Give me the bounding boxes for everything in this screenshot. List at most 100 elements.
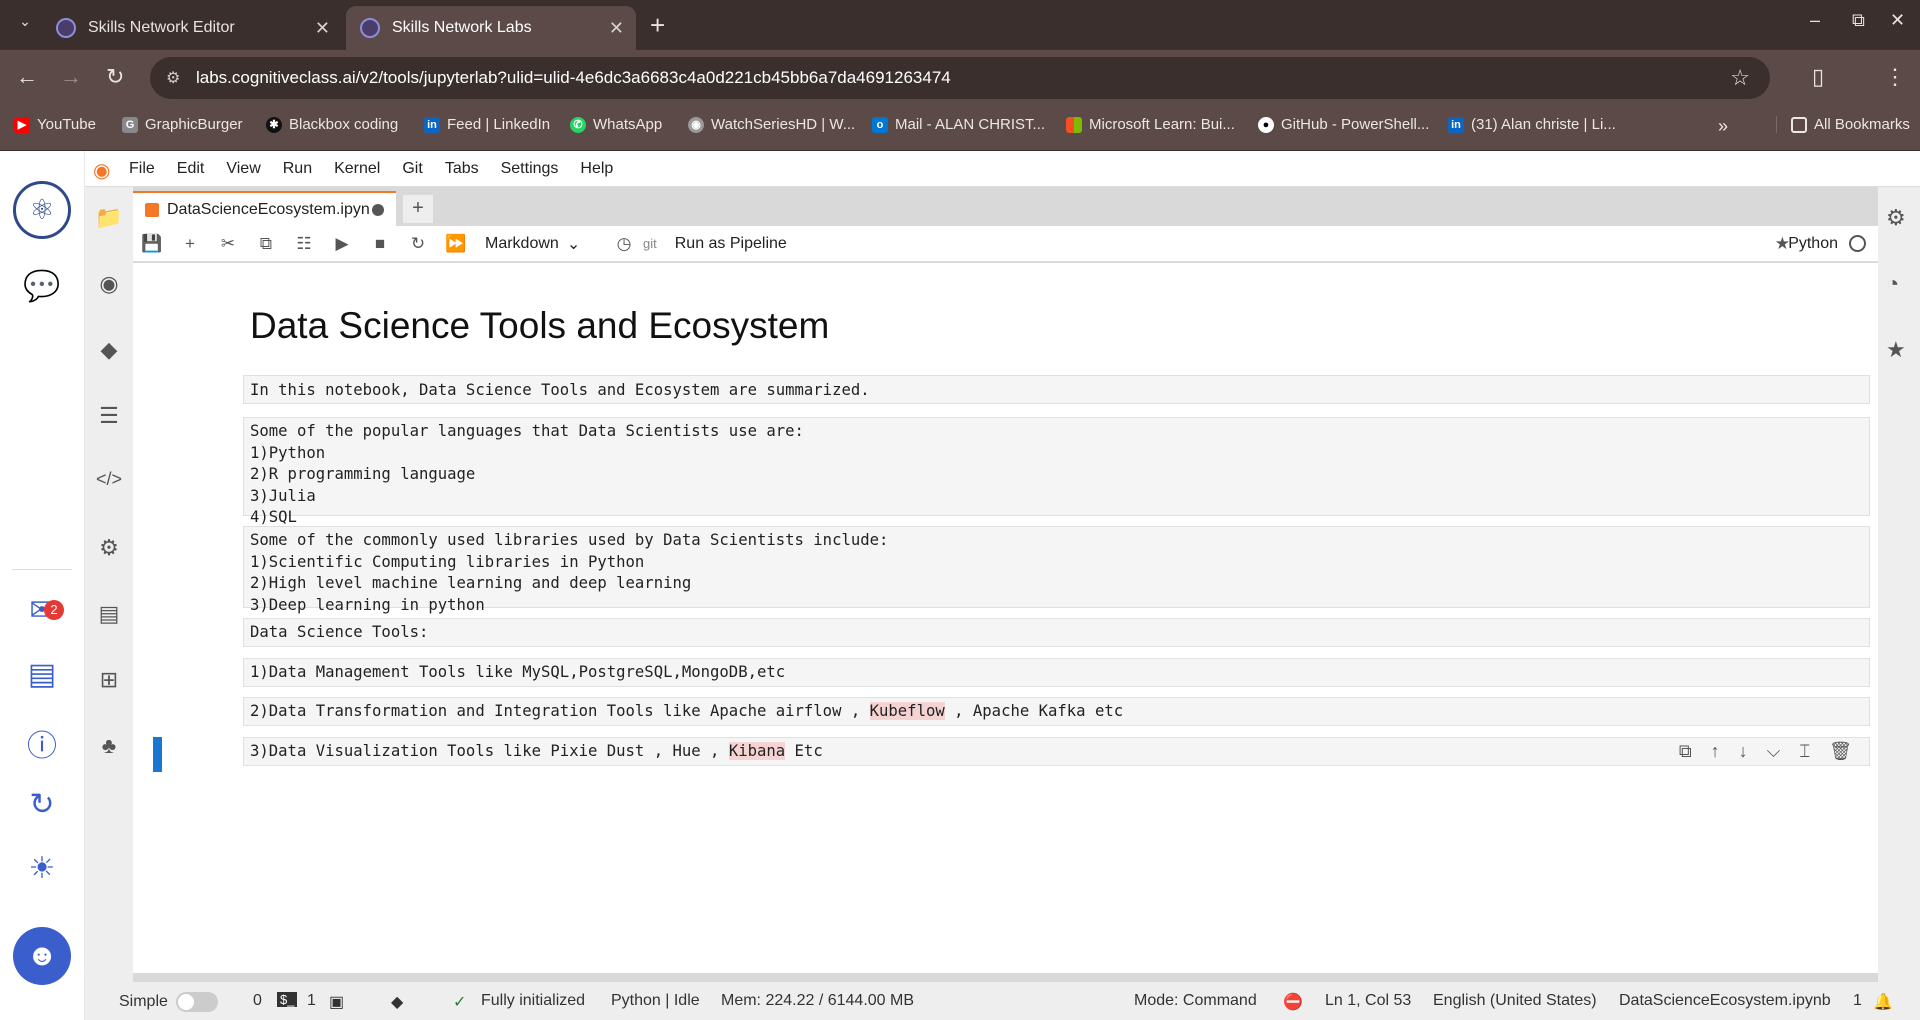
close-tab-icon[interactable]: ✕ bbox=[315, 18, 330, 39]
restart-run-all-icon[interactable]: ⏩ bbox=[437, 234, 475, 254]
save-icon[interactable]: 💾 bbox=[133, 234, 171, 254]
copy-icon[interactable]: ⧉ bbox=[247, 234, 285, 254]
theme-sun-icon[interactable]: ☀ bbox=[20, 851, 64, 886]
bookmark-mail[interactable]: o Mail - ALAN CHRIST... bbox=[872, 116, 1045, 133]
kernels-count[interactable]: 1 bbox=[307, 992, 316, 1010]
menu-view[interactable]: View bbox=[226, 160, 260, 178]
settings-gear-icon[interactable]: ⚙ bbox=[1886, 205, 1906, 231]
toggle-switch[interactable] bbox=[175, 992, 218, 1012]
more-bookmarks-chevron-icon[interactable]: » bbox=[1718, 116, 1728, 137]
minimize-icon[interactable]: – bbox=[1810, 10, 1820, 31]
interrupt-stop-icon[interactable]: ■ bbox=[361, 234, 399, 254]
restart-kernel-icon[interactable]: ↻ bbox=[399, 234, 437, 254]
bookmark-linkedin-feed[interactable]: in Feed | LinkedIn bbox=[424, 116, 550, 133]
markdown-cell-tool2[interactable]: 2)Data Transformation and Integration To… bbox=[243, 697, 1870, 726]
all-bookmarks-button[interactable]: All Bookmarks bbox=[1776, 116, 1910, 133]
markdown-cell-tool1[interactable]: 1)Data Management Tools like MySQL,Postg… bbox=[243, 658, 1870, 687]
restore-icon[interactable]: ⧉ bbox=[1852, 10, 1865, 31]
browser-tab-editor[interactable]: Skills Network Editor ✕ bbox=[42, 6, 342, 50]
terminals-count[interactable]: 0 bbox=[253, 992, 262, 1010]
markdown-cell-tools-heading[interactable]: Data Science Tools: bbox=[243, 618, 1870, 647]
insert-above-icon[interactable]: ⌶ bbox=[1799, 741, 1810, 762]
sync-icon[interactable]: ↻ bbox=[20, 787, 64, 822]
bookmark-linkedin-profile[interactable]: in (31) Alan christe | Li... bbox=[1448, 116, 1616, 133]
extensions-puzzle-icon[interactable]: ▯ bbox=[1812, 64, 1824, 90]
url-input[interactable]: ⚙ labs.cognitiveclass.ai/v2/tools/jupyte… bbox=[150, 57, 1770, 99]
close-window-icon[interactable]: ✕ bbox=[1890, 10, 1905, 31]
trusted-shield-icon[interactable]: ⛔ bbox=[1283, 992, 1303, 1012]
tab-search-chevron-icon[interactable]: ⌄ bbox=[10, 13, 40, 37]
add-launcher-plus-icon[interactable]: + bbox=[403, 195, 433, 223]
bookmark-watchseries[interactable]: ◉ WatchSeriesHD | W... bbox=[688, 116, 855, 133]
move-down-arrow-icon[interactable]: ↓ bbox=[1739, 741, 1748, 762]
elyra-pipelines-icon[interactable]: ▤ bbox=[95, 601, 123, 627]
menu-edit[interactable]: Edit bbox=[177, 160, 205, 178]
bookmark-youtube[interactable]: ▶ YouTube bbox=[14, 116, 96, 133]
debugger-bug-icon[interactable]: ★ bbox=[1886, 337, 1906, 363]
git-label[interactable]: git bbox=[643, 236, 657, 251]
code-snippets-icon[interactable]: </> bbox=[95, 469, 123, 490]
git-status-icon[interactable]: ◆ bbox=[391, 992, 403, 1012]
menu-file[interactable]: File bbox=[129, 160, 155, 178]
notification-bell-icon[interactable]: 🔔 bbox=[1873, 992, 1893, 1012]
property-inspector-icon[interactable]: ⚙ bbox=[95, 535, 123, 561]
cut-scissors-icon[interactable]: ✂ bbox=[209, 234, 247, 254]
duplicate-cell-icon[interactable]: ⧉ bbox=[1679, 741, 1692, 762]
extension-manager-puzzle-icon[interactable]: ♣ bbox=[95, 733, 123, 759]
cell-type-select[interactable]: Markdown ⌄ bbox=[485, 234, 605, 254]
url-text: labs.cognitiveclass.ai/v2/tools/jupyterl… bbox=[196, 68, 951, 87]
paste-clipboard-icon[interactable]: ☷ bbox=[285, 234, 323, 254]
kernel-name[interactable]: Python bbox=[1788, 235, 1838, 253]
insert-below-icon[interactable]: ⌵ bbox=[1767, 741, 1781, 762]
menu-tabs[interactable]: Tabs bbox=[445, 160, 479, 178]
user-avatar-icon[interactable]: ☻ bbox=[13, 927, 71, 985]
simple-mode-toggle[interactable]: Simple bbox=[119, 992, 218, 1012]
menu-help[interactable]: Help bbox=[580, 160, 613, 178]
menu-settings[interactable]: Settings bbox=[501, 160, 559, 178]
notebook-panel[interactable]: — Data Science Tools and Ecosystem In th… bbox=[133, 263, 1878, 973]
unsaved-dot-icon[interactable] bbox=[372, 203, 384, 216]
running-kernels-icon[interactable]: ◉ bbox=[95, 271, 123, 297]
git-icon[interactable]: ◆ bbox=[95, 337, 123, 363]
bookmark-github[interactable]: ● GitHub - PowerShell... bbox=[1258, 116, 1429, 133]
markdown-cell-languages[interactable]: Some of the popular languages that Data … bbox=[243, 417, 1870, 526]
move-up-arrow-icon[interactable]: ↑ bbox=[1711, 741, 1720, 762]
bookmark-microsoft-learn[interactable]: Microsoft Learn: Bui... bbox=[1066, 116, 1235, 133]
extensions-grid-icon[interactable]: ⊞ bbox=[95, 667, 123, 693]
reload-icon[interactable]: ↻ bbox=[106, 64, 124, 90]
close-tab-icon[interactable]: ✕ bbox=[609, 18, 624, 39]
table-of-contents-icon[interactable]: ☰ bbox=[95, 403, 123, 429]
notebook-doc-tab[interactable]: DataScienceEcosystem.ipyn bbox=[133, 191, 396, 226]
editor-mode[interactable]: Mode: Command bbox=[1134, 992, 1257, 1010]
menu-git[interactable]: Git bbox=[402, 160, 422, 178]
menu-run[interactable]: Run bbox=[283, 160, 312, 178]
skills-network-logo-icon[interactable]: ⚛ bbox=[13, 181, 71, 239]
help-icon[interactable]: ⓘ bbox=[20, 721, 64, 765]
delete-trash-icon[interactable]: 🗑 bbox=[1829, 741, 1852, 762]
run-as-pipeline-button[interactable]: Run as Pipeline bbox=[675, 235, 787, 253]
markdown-cell-libraries[interactable]: Some of the commonly used libraries used… bbox=[243, 526, 1870, 614]
insert-cell-plus-icon[interactable]: + bbox=[171, 234, 209, 254]
news-icon[interactable]: ▤ bbox=[20, 657, 64, 692]
bookmark-whatsapp[interactable]: ✆ WhatsApp bbox=[570, 116, 662, 133]
resource-usage-gauge-icon[interactable]: ◔ bbox=[1886, 271, 1899, 297]
bookmark-graphicburger[interactable]: G GraphicBurger bbox=[122, 116, 243, 133]
markdown-cell-intro[interactable]: In this notebook, Data Science Tools and… bbox=[243, 375, 1870, 404]
new-tab-plus-icon[interactable]: + bbox=[650, 10, 665, 41]
browser-menu-icon[interactable]: ⋮ bbox=[1884, 64, 1906, 90]
cursor-position[interactable]: Ln 1, Col 53 bbox=[1325, 992, 1411, 1010]
site-info-icon[interactable]: ⚙ bbox=[166, 68, 180, 88]
menu-kernel[interactable]: Kernel bbox=[334, 160, 380, 178]
markdown-cell-tool3-active[interactable]: 3)Data Visualization Tools like Pixie Du… bbox=[243, 737, 1870, 766]
bookmark-star-icon[interactable]: ☆ bbox=[1730, 65, 1750, 91]
chat-assistant-icon[interactable]: 💬 bbox=[20, 269, 64, 304]
kernel-status[interactable]: Python | Idle bbox=[611, 992, 700, 1010]
file-browser-folder-icon[interactable]: 📁 bbox=[95, 205, 123, 231]
clock-history-icon[interactable]: ◷ bbox=[605, 234, 643, 254]
forward-arrow-icon[interactable]: → bbox=[60, 64, 82, 90]
bookmark-blackbox[interactable]: ✱ Blackbox coding bbox=[266, 116, 398, 133]
spellcheck-language[interactable]: English (United States) bbox=[1433, 992, 1597, 1010]
run-play-icon[interactable]: ▶ bbox=[323, 234, 361, 254]
back-arrow-icon[interactable]: ← bbox=[16, 64, 38, 90]
browser-tab-labs[interactable]: Skills Network Labs ✕ bbox=[346, 6, 636, 50]
